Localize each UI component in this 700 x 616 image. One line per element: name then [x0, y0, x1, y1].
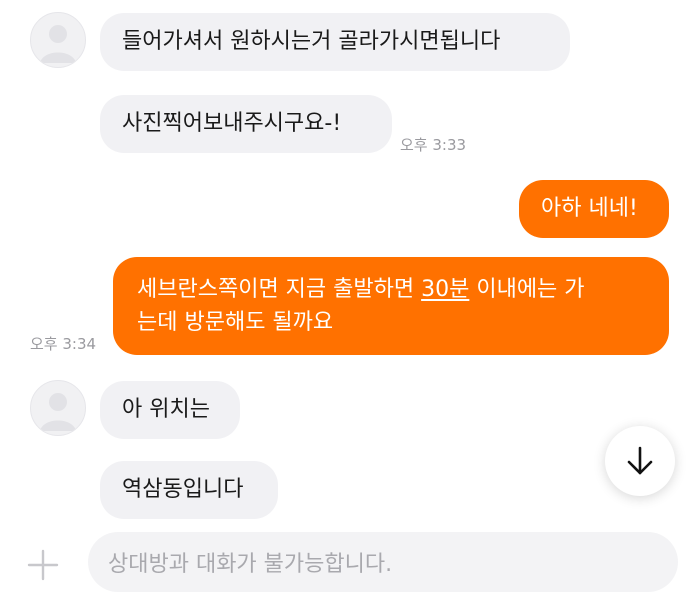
message-input[interactable]: 상대방과 대화가 불가능합니다. — [88, 532, 678, 592]
attach-button[interactable] — [25, 547, 61, 583]
message-text-line: 세브란스쪽이면 지금 출발하면 30분 이내에는 가 — [137, 273, 645, 306]
message-timestamp: 오후 3:33 — [400, 136, 467, 154]
message-bubble-outgoing[interactable]: 세브란스쪽이면 지금 출발하면 30분 이내에는 가 는데 방문해도 될까요 — [113, 257, 669, 355]
message-text: 역삼동입니다 — [122, 477, 244, 502]
message-text: 아 위치는 — [122, 397, 210, 422]
message-text: 이내에는 가 — [469, 277, 585, 302]
message-bubble-outgoing[interactable]: 아하 네네! — [519, 180, 669, 238]
default-profile-icon — [40, 25, 76, 63]
default-profile-icon — [40, 393, 76, 431]
avatar[interactable] — [30, 380, 86, 436]
message-text: 들어가셔서 원하시는거 골라가시면됩니다 — [122, 29, 501, 54]
message-bubble-incoming[interactable]: 아 위치는 — [100, 381, 240, 439]
message-bubble-incoming[interactable]: 사진찍어보내주시구요-! — [100, 95, 392, 153]
message-text: 세브란스쪽이면 지금 출발하면 — [137, 277, 422, 302]
message-input-placeholder: 상대방과 대화가 불가능합니다. — [108, 552, 393, 577]
scroll-to-bottom-button[interactable] — [605, 426, 675, 496]
message-bubble-incoming[interactable]: 들어가셔서 원하시는거 골라가시면됩니다 — [100, 13, 570, 71]
message-timestamp: 오후 3:34 — [30, 335, 97, 353]
chat-screen: 들어가셔서 원하시는거 골라가시면됩니다 사진찍어보내주시구요-! 오후 3:3… — [0, 0, 700, 616]
message-text-line: 는데 방문해도 될까요 — [137, 310, 334, 335]
message-text: 사진찍어보내주시구요-! — [122, 111, 342, 136]
message-bubble-incoming[interactable]: 역삼동입니다 — [100, 461, 278, 519]
avatar[interactable] — [30, 12, 86, 68]
message-text: 아하 네네! — [541, 196, 638, 221]
arrow-down-icon — [627, 446, 653, 475]
plus-icon — [27, 549, 59, 581]
message-link[interactable]: 30분 — [421, 277, 469, 302]
